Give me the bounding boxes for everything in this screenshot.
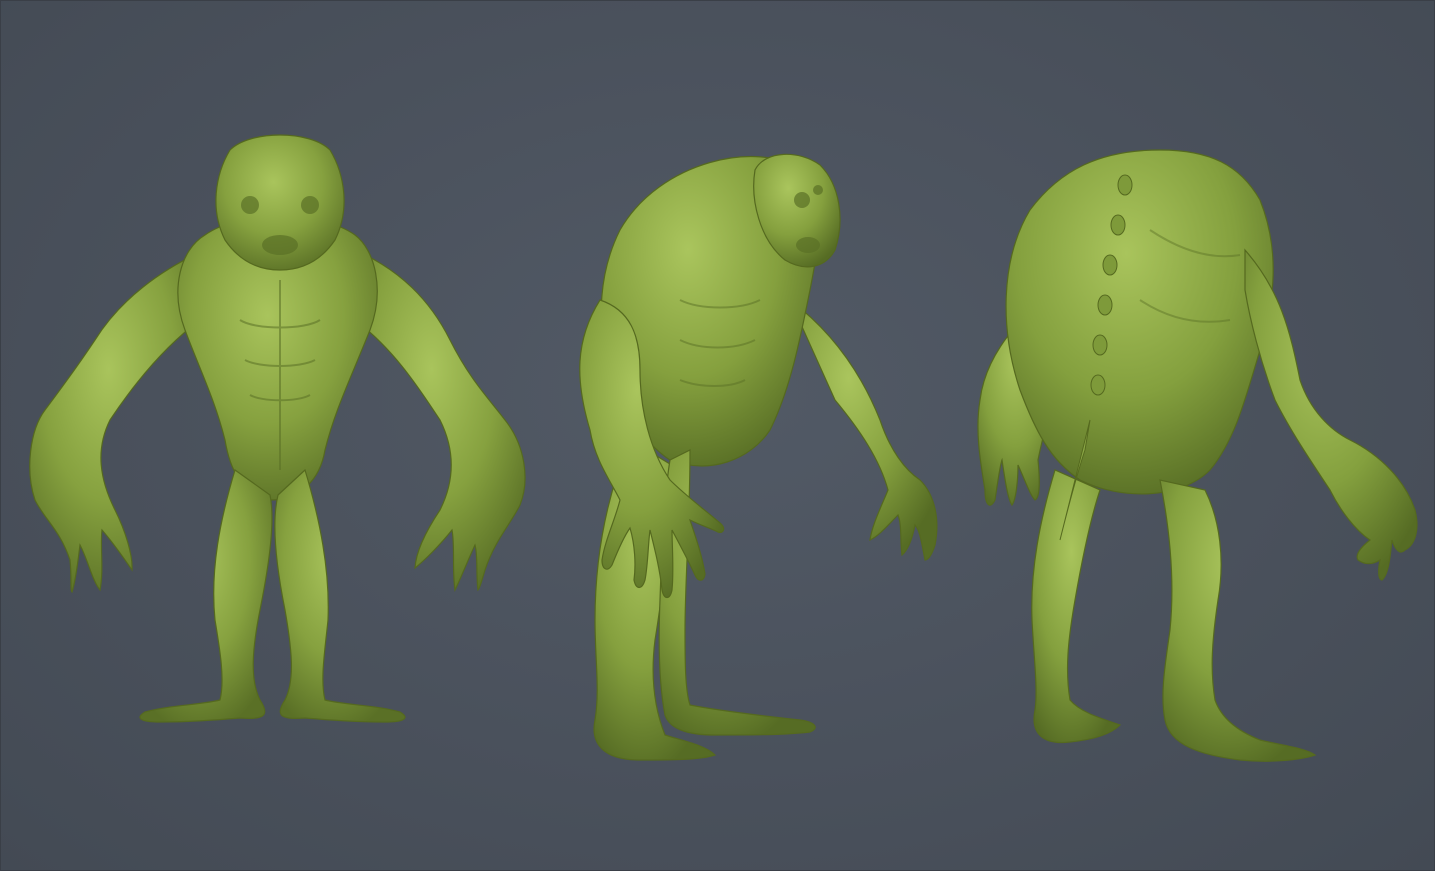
creature-back-view: [977, 149, 1418, 762]
creature-front-view: [29, 134, 526, 723]
sculpt-viewport: [0, 0, 1435, 871]
creature-three-quarter-view: [579, 153, 938, 761]
